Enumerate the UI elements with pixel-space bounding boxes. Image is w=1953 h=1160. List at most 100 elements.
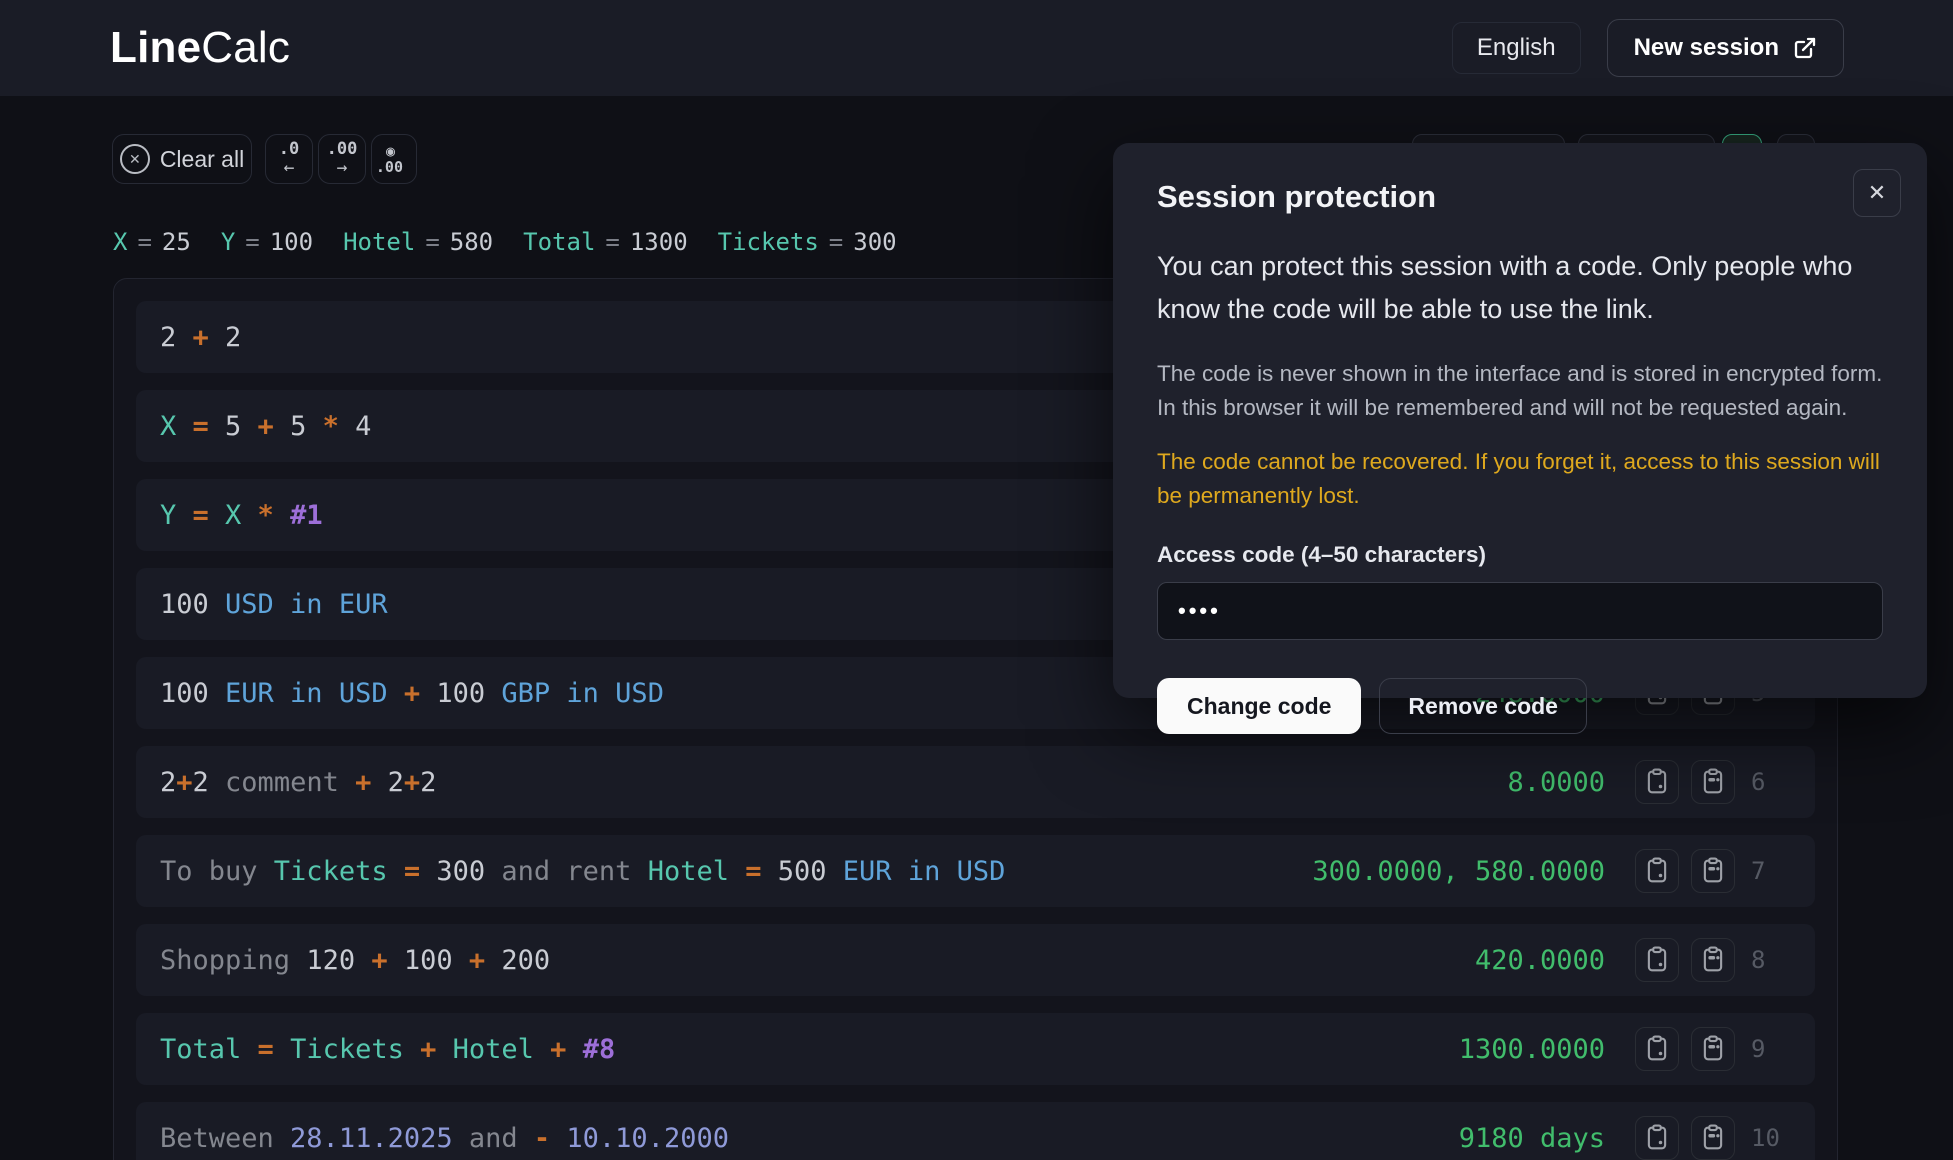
session-protection-modal: Session protection ✕ You can protect thi… (1113, 143, 1927, 698)
clipboard-filled-icon (1698, 944, 1728, 977)
arrow-left-icon: ← (284, 159, 295, 177)
variable-chip: Total=1300 (523, 228, 688, 256)
line-number: 9 (1751, 1035, 1791, 1063)
token-r: #1 (290, 500, 323, 531)
modal-note-text: The code is never shown in the interface… (1157, 357, 1883, 425)
clipboard-filled-icon (1698, 855, 1728, 888)
token-c: and (469, 1123, 534, 1154)
variable-value: 1300 (630, 228, 688, 256)
token-n: 2 (160, 322, 193, 353)
copy-result-button[interactable] (1635, 938, 1679, 982)
calc-line-row[interactable]: To buy Tickets = 300 and rent Hotel = 50… (136, 835, 1815, 907)
token-v: X (225, 500, 258, 531)
result-value: 8.0000 (1507, 767, 1605, 798)
token-o: = (404, 856, 437, 887)
token-o: + (404, 678, 437, 709)
token-n: 2 (388, 767, 404, 798)
toggle-decimals-button[interactable]: ◉ .00 (371, 134, 417, 184)
token-c: Between (160, 1123, 290, 1154)
copy-formatted-button[interactable] (1691, 1027, 1735, 1071)
increase-decimals-button[interactable]: .00 → (318, 134, 366, 184)
equals-sign: = (127, 228, 161, 256)
clipboard-icon (1642, 766, 1672, 799)
variable-value: 100 (270, 228, 313, 256)
clear-all-label: Clear all (160, 146, 244, 173)
copy-result-button[interactable] (1635, 1116, 1679, 1160)
token-n: 2 (193, 767, 226, 798)
close-icon[interactable]: ✕ (1853, 169, 1901, 217)
language-button[interactable]: English (1452, 22, 1581, 74)
line-number: 8 (1751, 946, 1791, 974)
toggle-decimals-label: .00 (376, 160, 403, 175)
clipboard-filled-icon (1698, 1122, 1728, 1155)
access-code-input[interactable] (1157, 582, 1883, 640)
copy-formatted-button[interactable] (1691, 760, 1735, 804)
token-d: 28.11.2025 (290, 1123, 469, 1154)
token-n: 2 (225, 322, 241, 353)
token-o: * (258, 500, 291, 531)
variable-chip: Y=100 (221, 228, 313, 256)
calc-line-row[interactable]: Shopping 120 + 100 + 200 420.0000 8 (136, 924, 1815, 996)
clipboard-icon (1642, 1122, 1672, 1155)
calc-line-row[interactable]: Between 28.11.2025 and - 10.10.2000 9180… (136, 1102, 1815, 1160)
top-bar: LineCalc English New session (0, 0, 1953, 96)
token-c: and rent (501, 856, 647, 887)
expression: Total = Tickets + Hotel + #8 (160, 1034, 1459, 1065)
remove-code-button[interactable]: Remove code (1379, 678, 1587, 734)
variable-name: Total (523, 228, 595, 256)
copy-formatted-button[interactable] (1691, 1116, 1735, 1160)
decrease-decimals-button[interactable]: .0 ← (265, 134, 313, 184)
token-n: 100 (160, 589, 225, 620)
expression: 2+2 comment + 2+2 (160, 767, 1507, 798)
new-session-button[interactable]: New session (1607, 19, 1844, 77)
token-o: = (193, 411, 226, 442)
copy-formatted-button[interactable] (1691, 849, 1735, 893)
token-o: - (534, 1123, 567, 1154)
token-r: #8 (583, 1034, 616, 1065)
modal-warning-text: The code cannot be recovered. If you for… (1157, 445, 1883, 513)
variable-name: Hotel (343, 228, 415, 256)
token-k: EUR in USD (843, 856, 1006, 887)
equals-sign: = (595, 228, 629, 256)
expression: Between 28.11.2025 and - 10.10.2000 (160, 1123, 1459, 1154)
change-code-button[interactable]: Change code (1157, 678, 1361, 734)
equals-sign: = (819, 228, 853, 256)
token-n: 100 (436, 678, 501, 709)
token-v: Y (160, 500, 193, 531)
result-value: 300.0000, 580.0000 (1312, 856, 1605, 887)
expression: To buy Tickets = 300 and rent Hotel = 50… (160, 856, 1312, 887)
token-k: USD in EUR (225, 589, 388, 620)
token-k: GBP in USD (501, 678, 664, 709)
token-v: Hotel (453, 1034, 551, 1065)
increase-decimals-label: .00 (327, 141, 358, 158)
variable-chip: X=25 (113, 228, 191, 256)
access-code-label: Access code (4–50 characters) (1157, 542, 1883, 568)
linecalc-app: LineCalc English New session ✕ Clear all… (0, 0, 1953, 1160)
line-number: 7 (1751, 857, 1791, 885)
token-d: 10.10.2000 (566, 1123, 729, 1154)
token-o: + (176, 767, 192, 798)
copy-result-button[interactable] (1635, 1027, 1679, 1071)
token-v: X (160, 411, 193, 442)
token-n: 200 (501, 945, 550, 976)
calc-line-row[interactable]: 2+2 comment + 2+2 8.0000 6 (136, 746, 1815, 818)
clipboard-filled-icon (1698, 766, 1728, 799)
token-o: = (193, 500, 226, 531)
token-c: comment (225, 767, 355, 798)
result-value: 9180 days (1459, 1123, 1605, 1154)
header-actions: English New session (1452, 19, 1844, 77)
calc-line-row[interactable]: Total = Tickets + Hotel + #8 1300.0000 9 (136, 1013, 1815, 1085)
token-v: Tickets (274, 856, 404, 887)
token-o: + (371, 945, 404, 976)
clipboard-icon (1642, 1033, 1672, 1066)
copy-formatted-button[interactable] (1691, 938, 1735, 982)
clear-all-button[interactable]: ✕ Clear all (112, 134, 252, 184)
token-n: 2 (160, 767, 176, 798)
modal-title: Session protection (1157, 179, 1883, 215)
variable-chip: Tickets=300 (718, 228, 897, 256)
variables-bar: X=25Y=100Hotel=580Total=1300Tickets=300 (113, 228, 897, 256)
result-value: 1300.0000 (1459, 1034, 1605, 1065)
copy-result-button[interactable] (1635, 760, 1679, 804)
arrow-right-icon: → (337, 159, 348, 177)
copy-result-button[interactable] (1635, 849, 1679, 893)
